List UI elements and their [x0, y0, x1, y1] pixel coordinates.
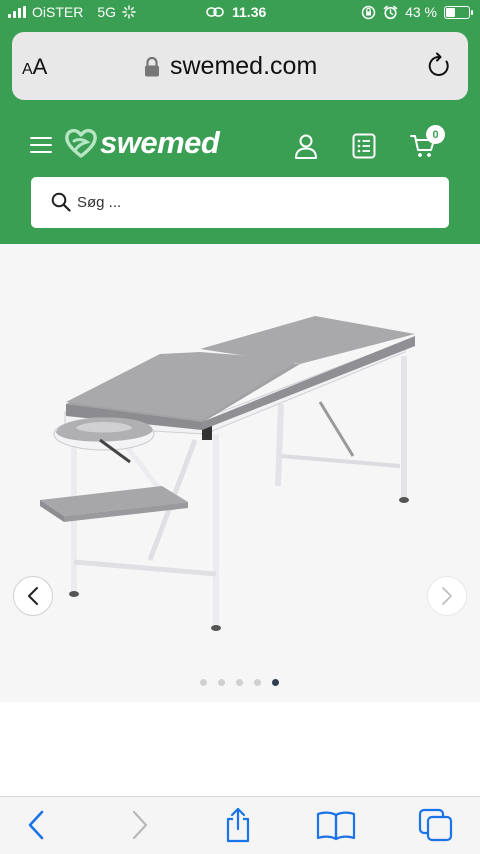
site-header: swemed 0: [0, 113, 480, 244]
battery-level: [446, 7, 455, 17]
browser-top: AA swemed.com: [0, 26, 480, 113]
gallery-next-button[interactable]: [427, 576, 467, 616]
gallery-dot[interactable]: [218, 679, 225, 686]
reload-button[interactable]: [426, 52, 452, 85]
user-icon: [295, 134, 317, 159]
gallery-pagination: [200, 679, 279, 686]
wishlist-button[interactable]: [352, 133, 376, 164]
tabs-icon: [418, 808, 453, 842]
back-icon: [28, 810, 44, 840]
search-box[interactable]: [31, 177, 449, 228]
share-icon: [226, 807, 250, 843]
screen: OiSTER 5G 11.36 43 % AA swemed.com sweme…: [0, 0, 480, 854]
site-logo[interactable]: swemed: [64, 125, 220, 161]
bookmarks-button[interactable]: [316, 807, 356, 843]
address-bar[interactable]: AA swemed.com: [12, 32, 468, 100]
browser-toolbar: [0, 796, 480, 854]
text-size-button[interactable]: AA: [22, 54, 47, 80]
share-button[interactable]: [218, 807, 258, 843]
text-size-large-label: A: [32, 54, 48, 79]
status-left: OiSTER 5G: [8, 4, 136, 20]
bookmarks-icon: [316, 811, 356, 841]
chevron-right-icon: [442, 587, 452, 605]
forward-icon: [132, 810, 148, 840]
account-button[interactable]: [294, 133, 318, 164]
gallery-dot[interactable]: [272, 679, 279, 686]
chevron-left-icon: [28, 587, 38, 605]
reload-icon: [428, 52, 449, 76]
battery-icon: [444, 5, 473, 19]
search-input[interactable]: [77, 189, 437, 215]
orientation-lock-icon: [361, 5, 376, 19]
lock-icon: [145, 56, 159, 76]
hotspot-icon: [122, 5, 136, 19]
gallery-prev-button[interactable]: [13, 576, 53, 616]
menu-icon[interactable]: [30, 137, 52, 153]
signal-icon: [8, 6, 26, 18]
url-display[interactable]: swemed.com: [144, 52, 317, 81]
gallery-dot[interactable]: [236, 679, 243, 686]
status-bar: OiSTER 5G 11.36 43 %: [0, 0, 480, 26]
network-type: 5G: [97, 4, 117, 20]
link-icon: [206, 7, 224, 17]
carrier-name: OiSTER: [32, 4, 84, 20]
forward-button[interactable]: [120, 807, 160, 843]
product-image: [40, 316, 415, 631]
search-icon: [51, 192, 71, 212]
cart-count-badge: 0: [426, 125, 445, 144]
text-size-small-label: A: [22, 61, 33, 78]
battery-percent: 43 %: [405, 4, 437, 20]
list-icon: [352, 133, 376, 159]
back-button[interactable]: [16, 807, 56, 843]
logo-text: swemed: [100, 125, 220, 160]
url-text: swemed.com: [170, 52, 318, 80]
alarm-icon: [383, 5, 398, 19]
gallery-dot[interactable]: [200, 679, 207, 686]
product-gallery[interactable]: [0, 244, 480, 702]
status-center: 11.36: [206, 4, 266, 20]
clock: 11.36: [232, 4, 267, 20]
heart-logo-icon: [65, 128, 97, 158]
tabs-button[interactable]: [416, 807, 456, 843]
status-right: 43 %: [361, 4, 473, 20]
gallery-dot[interactable]: [254, 679, 261, 686]
